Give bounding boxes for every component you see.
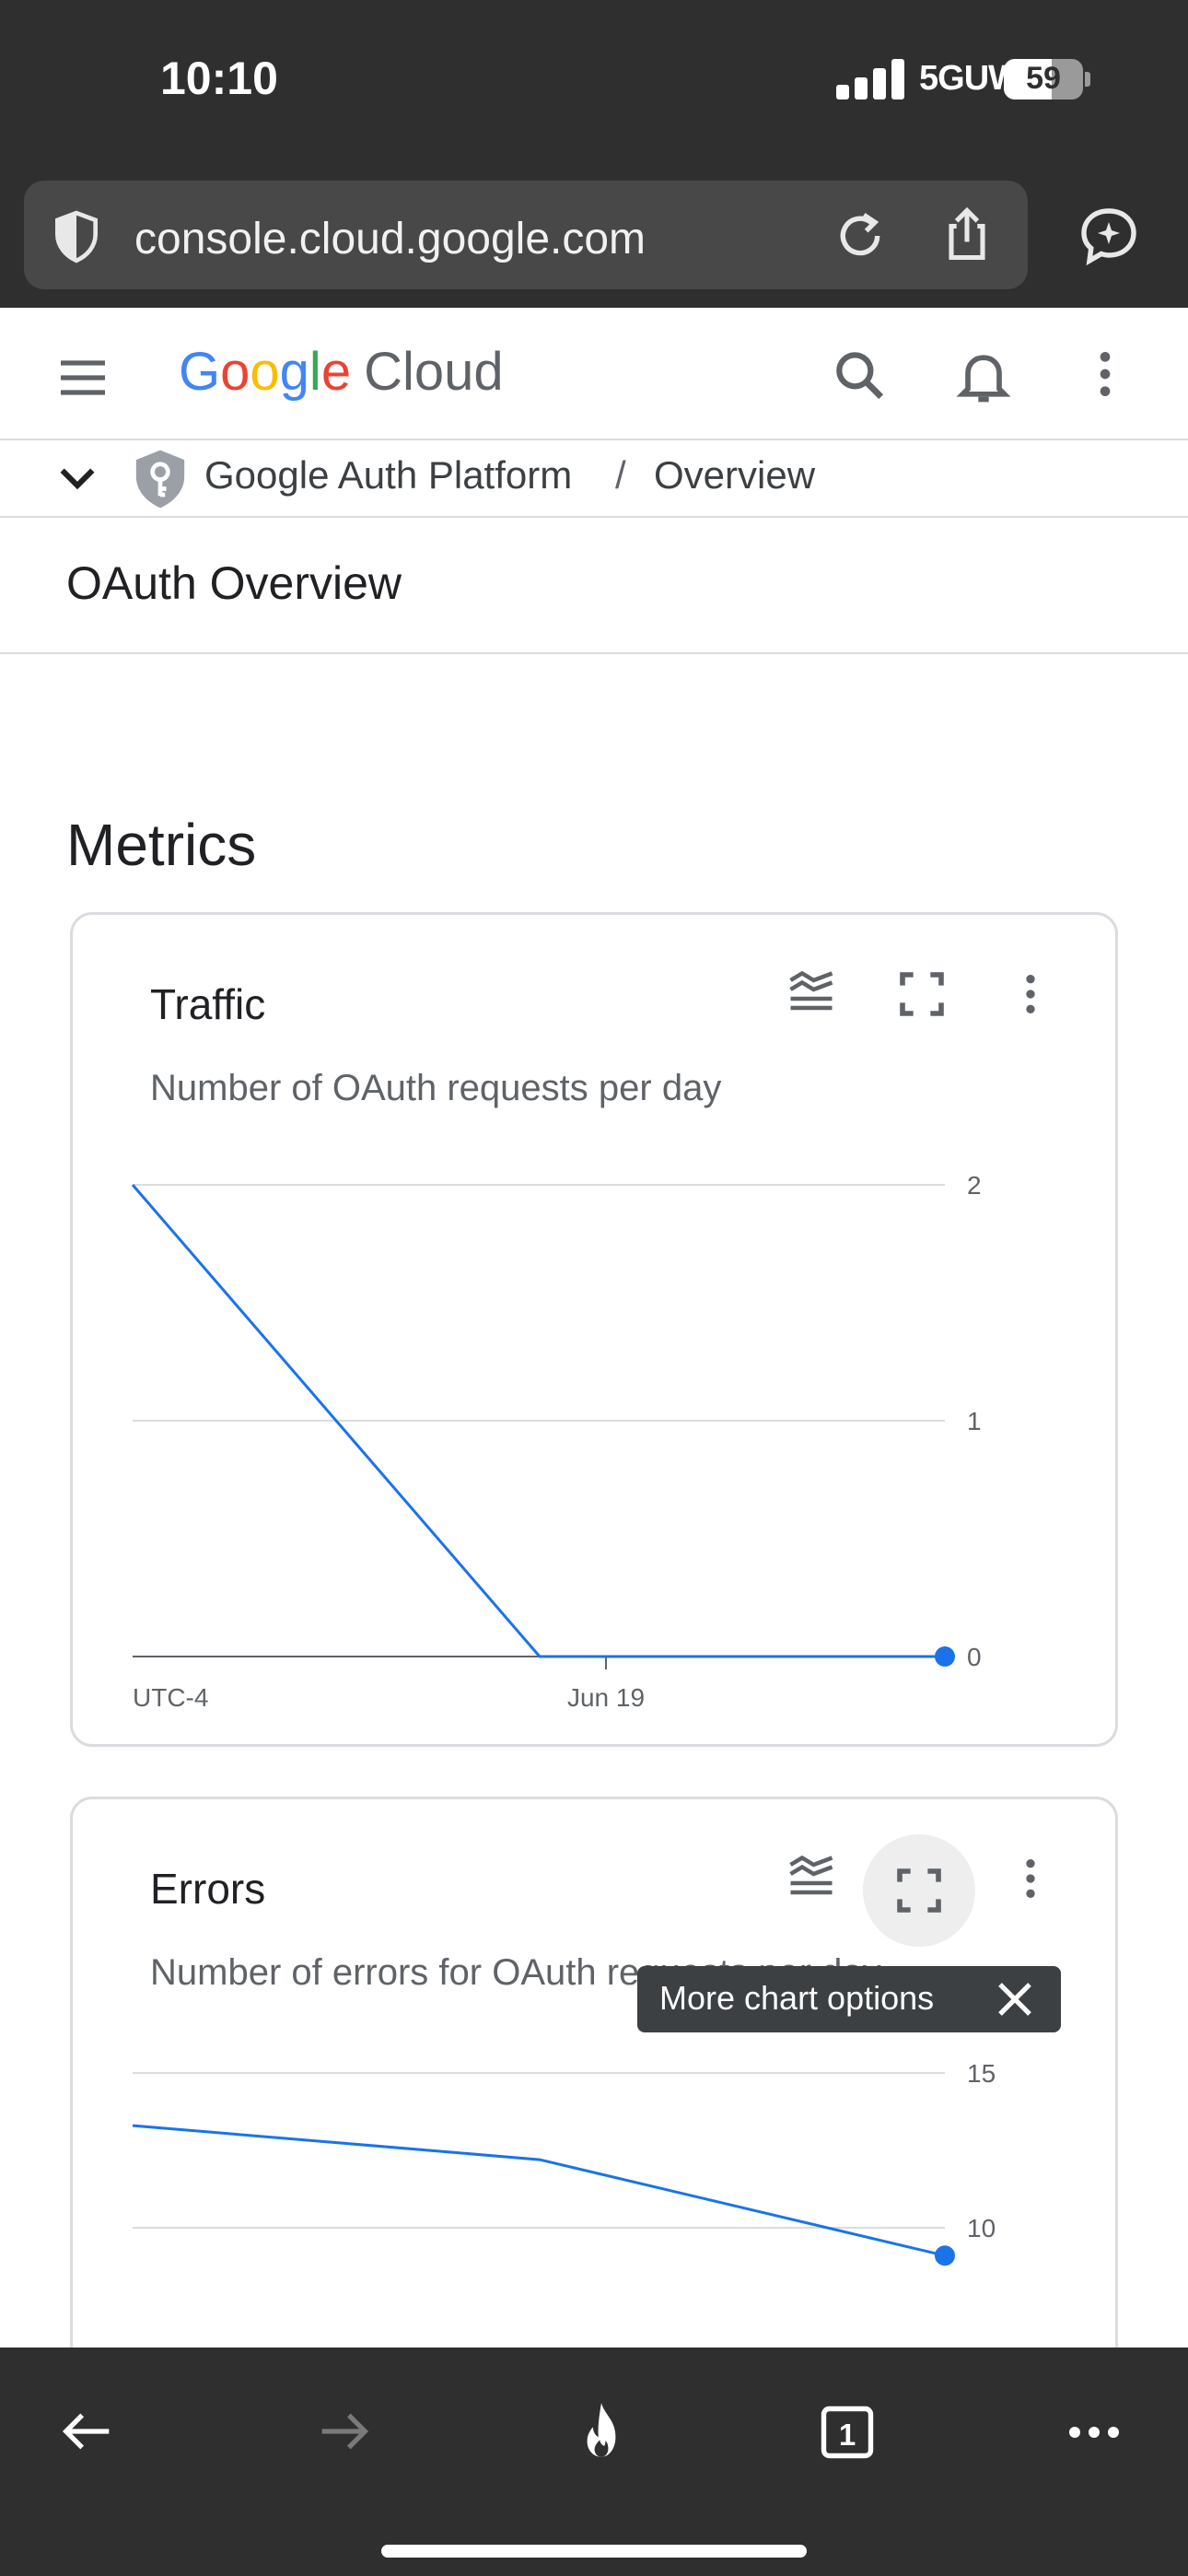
y-tick-label: 15: [967, 2059, 996, 2088]
x-tick-label: UTC-4: [133, 1683, 208, 1712]
y-tick-label: 10: [967, 2214, 996, 2242]
tabs-icon[interactable]: 1: [814, 2399, 880, 2465]
more-horiz-icon[interactable]: [1061, 2399, 1127, 2465]
y-tick-label: 0: [967, 1643, 982, 1671]
data-point: [935, 2245, 955, 2266]
y-tick-label: 1: [967, 1407, 982, 1435]
series-line: [132, 2124, 946, 2257]
svg-text:1: 1: [839, 2418, 856, 2452]
fire-icon[interactable]: [567, 2397, 635, 2465]
home-indicator: [381, 2545, 807, 2558]
browser-toolbar: 1: [0, 2348, 1188, 2576]
tooltip-text: More chart options: [659, 1979, 935, 2017]
close-icon[interactable]: [993, 1977, 1037, 2021]
forward-arrow-icon[interactable]: [311, 2399, 376, 2464]
back-arrow-icon[interactable]: [55, 2399, 120, 2464]
chart-options-tooltip: More chart options: [637, 1966, 1061, 2032]
data-point: [935, 1646, 955, 1667]
y-tick-label: 2: [967, 1171, 982, 1200]
x-tick-label: Jun 19: [567, 1683, 645, 1712]
